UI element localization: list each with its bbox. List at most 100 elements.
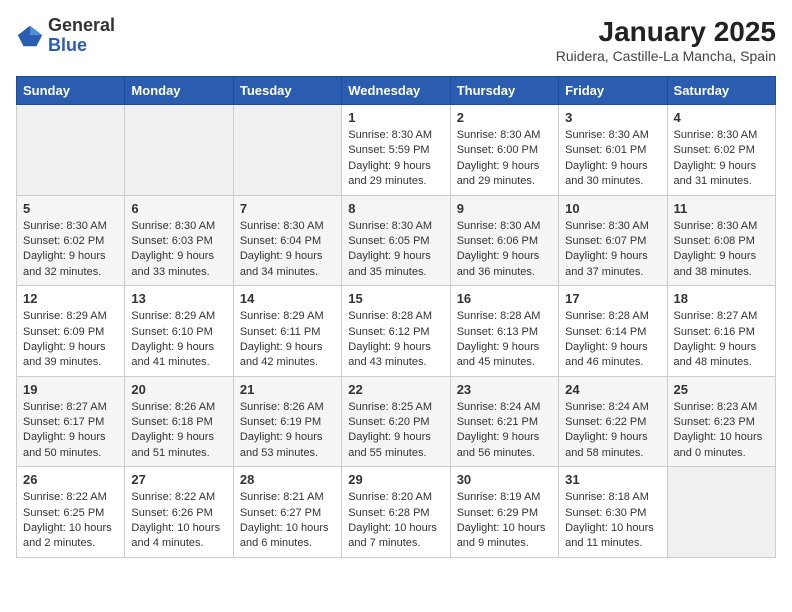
page-header: General Blue January 2025 Ruidera, Casti… (16, 16, 776, 64)
header-cell-wednesday: Wednesday (342, 77, 450, 105)
calendar-body: 1Sunrise: 8:30 AMSunset: 5:59 PMDaylight… (17, 105, 776, 558)
day-number: 4 (674, 110, 769, 125)
calendar-cell: 7Sunrise: 8:30 AMSunset: 6:04 PMDaylight… (233, 195, 341, 286)
page-title: January 2025 (556, 16, 776, 48)
cell-text: Sunrise: 8:25 AM (348, 400, 443, 415)
cell-text: Sunrise: 8:30 AM (23, 219, 118, 234)
calendar-cell: 2Sunrise: 8:30 AMSunset: 6:00 PMDaylight… (450, 105, 558, 196)
week-row-5: 26Sunrise: 8:22 AMSunset: 6:25 PMDayligh… (17, 467, 776, 558)
calendar-cell: 23 Sunrise: 8:24 AMSunset: 6:21 PMDayligh… (450, 376, 558, 467)
cell-text: Sunrise: 8:20 AM (348, 490, 443, 505)
day-number: 8 (348, 201, 443, 216)
day-number: 17 (565, 291, 660, 306)
calendar-cell: 29Sunrise: 8:20 AMSunset: 6:28 PMDayligh… (342, 467, 450, 558)
calendar-cell: 16Sunrise: 8:28 AMSunset: 6:13 PMDayligh… (450, 286, 558, 377)
week-row-4: 19Sunrise: 8:27 AMSunset: 6:17 PMDayligh… (17, 376, 776, 467)
calendar-cell: 27Sunrise: 8:22 AMSunset: 6:26 PMDayligh… (125, 467, 233, 558)
calendar-cell (17, 105, 125, 196)
cell-text: Daylight: 9 hours and 30 minutes. (565, 159, 660, 190)
cell-text: Sunset: 6:09 PM (23, 325, 118, 340)
calendar-cell: 3Sunrise: 8:30 AMSunset: 6:01 PMDaylight… (559, 105, 667, 196)
cell-text: Sunset: 6:10 PM (131, 325, 226, 340)
calendar-cell: 8Sunrise: 8:30 AMSunset: 6:05 PMDaylight… (342, 195, 450, 286)
cell-text: Sunset: 6:23 PM (674, 415, 769, 430)
calendar-cell: 4Sunrise: 8:30 AMSunset: 6:02 PMDaylight… (667, 105, 775, 196)
cell-text: Daylight: 9 hours and 56 minutes. (457, 430, 552, 461)
cell-text: Sunrise: 8:27 AM (674, 309, 769, 324)
cell-text: Sunrise: 8:29 AM (240, 309, 335, 324)
cell-text: Daylight: 10 hours and 7 minutes. (348, 521, 443, 552)
day-number: 27 (131, 472, 226, 487)
calendar-cell: 17Sunrise: 8:28 AMSunset: 6:14 PMDayligh… (559, 286, 667, 377)
calendar-cell: 31Sunrise: 8:18 AMSunset: 6:30 PMDayligh… (559, 467, 667, 558)
cell-text: Sunrise: 8:24 AM (457, 400, 552, 415)
cell-text: Sunset: 6:26 PM (131, 506, 226, 521)
cell-text: Sunset: 6:19 PM (240, 415, 335, 430)
day-number: 28 (240, 472, 335, 487)
cell-text: Sunset: 6:00 PM (457, 143, 552, 158)
calendar-cell: 10Sunrise: 8:30 AMSunset: 6:07 PMDayligh… (559, 195, 667, 286)
cell-text: Sunset: 6:14 PM (565, 325, 660, 340)
cell-text: Sunrise: 8:30 AM (457, 219, 552, 234)
day-number: 5 (23, 201, 118, 216)
day-number: 25 (674, 382, 769, 397)
cell-text: Sunrise: 8:30 AM (674, 128, 769, 143)
cell-text: Sunset: 6:03 PM (131, 234, 226, 249)
calendar-cell: 20Sunrise: 8:26 AMSunset: 6:18 PMDayligh… (125, 376, 233, 467)
calendar-cell (125, 105, 233, 196)
cell-text: Sunrise: 8:18 AM (565, 490, 660, 505)
day-number: 1 (348, 110, 443, 125)
day-number: 7 (240, 201, 335, 216)
cell-text: Sunset: 6:16 PM (674, 325, 769, 340)
cell-text: Daylight: 10 hours and 0 minutes. (674, 430, 769, 461)
calendar-cell: 5Sunrise: 8:30 AMSunset: 6:02 PMDaylight… (17, 195, 125, 286)
day-number: 23 (457, 382, 552, 397)
header-cell-thursday: Thursday (450, 77, 558, 105)
day-number: 15 (348, 291, 443, 306)
day-number: 18 (674, 291, 769, 306)
day-number: 26 (23, 472, 118, 487)
cell-text: Sunset: 6:28 PM (348, 506, 443, 521)
calendar-cell: 14Sunrise: 8:29 AMSunset: 6:11 PMDayligh… (233, 286, 341, 377)
cell-text: Sunrise: 8:22 AM (131, 490, 226, 505)
calendar-header: SundayMondayTuesdayWednesdayThursdayFrid… (17, 77, 776, 105)
day-number: 30 (457, 472, 552, 487)
day-number: 20 (131, 382, 226, 397)
cell-text: Daylight: 9 hours and 41 minutes. (131, 340, 226, 371)
week-row-3: 12Sunrise: 8:29 AMSunset: 6:09 PMDayligh… (17, 286, 776, 377)
day-number: 2 (457, 110, 552, 125)
cell-text: Daylight: 9 hours and 43 minutes. (348, 340, 443, 371)
cell-text: Daylight: 9 hours and 50 minutes. (23, 430, 118, 461)
cell-text: Sunset: 6:13 PM (457, 325, 552, 340)
calendar-cell: 13Sunrise: 8:29 AMSunset: 6:10 PMDayligh… (125, 286, 233, 377)
logo-icon (16, 22, 44, 50)
cell-text: Daylight: 9 hours and 29 minutes. (348, 159, 443, 190)
cell-text: Daylight: 10 hours and 6 minutes. (240, 521, 335, 552)
cell-text: Daylight: 9 hours and 35 minutes. (348, 249, 443, 280)
day-number: 3 (565, 110, 660, 125)
cell-text: Daylight: 9 hours and 51 minutes. (131, 430, 226, 461)
cell-text: Sunrise: 8:21 AM (240, 490, 335, 505)
cell-text: Sunrise: 8:24 AM (565, 400, 660, 415)
cell-text: Sunset: 6:21 PM (457, 415, 552, 430)
calendar-cell: 30Sunrise: 8:19 AMSunset: 6:29 PMDayligh… (450, 467, 558, 558)
header-cell-monday: Monday (125, 77, 233, 105)
day-number: 9 (457, 201, 552, 216)
cell-text: Daylight: 9 hours and 34 minutes. (240, 249, 335, 280)
cell-text: Daylight: 9 hours and 53 minutes. (240, 430, 335, 461)
cell-text: Sunset: 6:27 PM (240, 506, 335, 521)
cell-text: Daylight: 9 hours and 37 minutes. (565, 249, 660, 280)
cell-text: Sunrise: 8:30 AM (565, 128, 660, 143)
cell-text: Sunrise: 8:30 AM (348, 128, 443, 143)
day-number: 14 (240, 291, 335, 306)
calendar-cell: 22Sunrise: 8:25 AMSunset: 6:20 PMDayligh… (342, 376, 450, 467)
calendar-cell: 9Sunrise: 8:30 AMSunset: 6:06 PMDaylight… (450, 195, 558, 286)
cell-text: Daylight: 9 hours and 31 minutes. (674, 159, 769, 190)
calendar-cell: 26Sunrise: 8:22 AMSunset: 6:25 PMDayligh… (17, 467, 125, 558)
cell-text: Sunrise: 8:29 AM (23, 309, 118, 324)
header-row: SundayMondayTuesdayWednesdayThursdayFrid… (17, 77, 776, 105)
cell-text: Daylight: 9 hours and 45 minutes. (457, 340, 552, 371)
cell-text: Sunrise: 8:30 AM (240, 219, 335, 234)
calendar-cell: 28 Sunrise: 8:21 AMSunset: 6:27 PMDayligh… (233, 467, 341, 558)
cell-text: Sunrise: 8:27 AM (23, 400, 118, 415)
